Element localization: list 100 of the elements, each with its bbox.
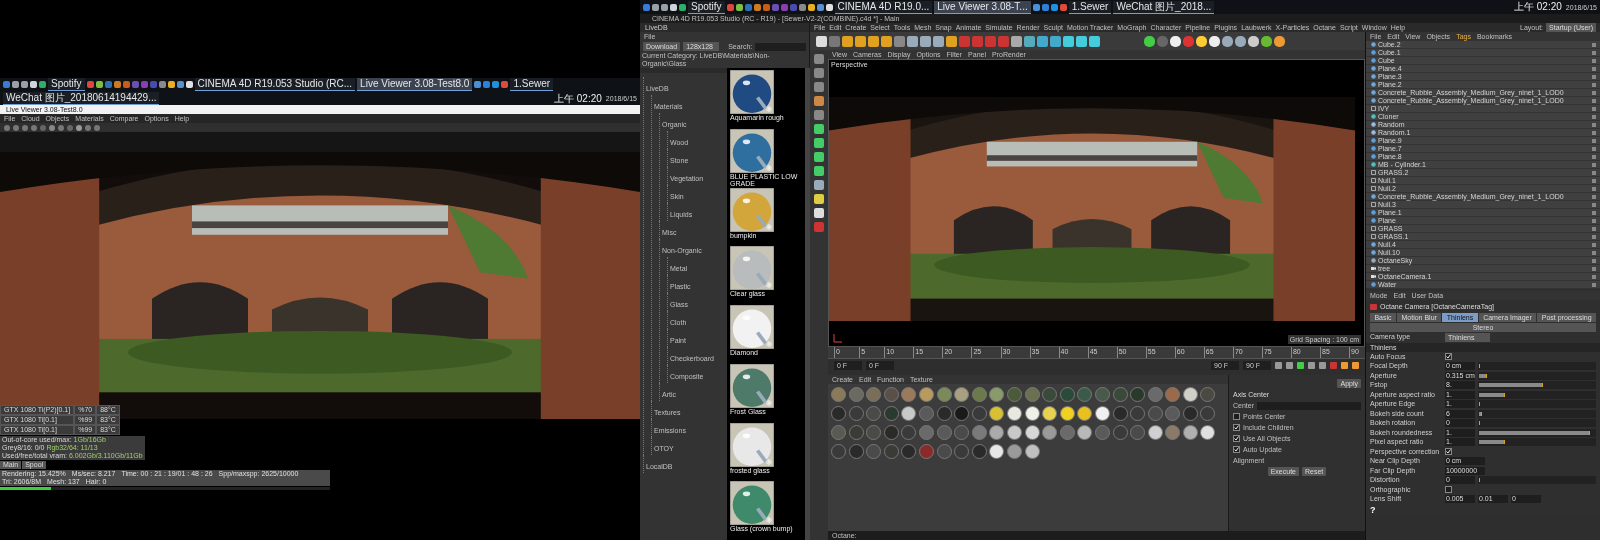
tool-icon[interactable] bbox=[1037, 35, 1048, 47]
material-swatch[interactable] bbox=[1006, 425, 1022, 440]
material-swatch[interactable] bbox=[989, 444, 1005, 459]
material-swatch[interactable] bbox=[1165, 387, 1181, 402]
app-icon[interactable] bbox=[753, 3, 761, 11]
material-swatch[interactable] bbox=[1182, 425, 1198, 440]
app-icon[interactable] bbox=[176, 81, 184, 88]
tool-icon[interactable] bbox=[1196, 35, 1207, 47]
material-swatch[interactable] bbox=[1094, 425, 1110, 440]
tool-icon[interactable] bbox=[1011, 35, 1022, 47]
material-swatch[interactable] bbox=[1024, 406, 1040, 421]
material-swatch[interactable] bbox=[1042, 425, 1058, 440]
tool-icon[interactable] bbox=[1050, 35, 1061, 47]
tool-icon[interactable] bbox=[920, 35, 931, 47]
slider-track[interactable] bbox=[1478, 428, 1596, 437]
checkbox[interactable] bbox=[1233, 424, 1240, 431]
taskbar-app[interactable]: Live Viewer 3.08-T... bbox=[934, 0, 1031, 14]
material-swatch[interactable] bbox=[971, 406, 987, 421]
tool-icon[interactable] bbox=[1274, 35, 1285, 47]
checkbox[interactable] bbox=[1233, 413, 1240, 420]
tool-icon[interactable] bbox=[842, 35, 853, 47]
slider-track[interactable] bbox=[1478, 409, 1596, 418]
material-swatch[interactable] bbox=[1077, 425, 1093, 440]
tool-icon[interactable] bbox=[816, 35, 827, 47]
app-icon[interactable] bbox=[670, 3, 677, 11]
material-swatch[interactable] bbox=[831, 387, 846, 402]
tool-icon[interactable] bbox=[868, 35, 879, 47]
material-swatch[interactable] bbox=[848, 444, 864, 459]
material-swatch[interactable] bbox=[936, 444, 952, 459]
taskbar-app[interactable]: WeChat 图片_20180614194429... bbox=[3, 92, 160, 105]
material-swatch[interactable] bbox=[989, 425, 1005, 440]
material-swatch[interactable] bbox=[883, 425, 899, 440]
help-icon[interactable]: ? bbox=[1366, 504, 1600, 515]
material-swatch[interactable] bbox=[1006, 444, 1022, 459]
app-icon[interactable] bbox=[825, 3, 833, 11]
tool-icon[interactable] bbox=[1076, 35, 1087, 47]
material-swatch[interactable] bbox=[1147, 425, 1163, 440]
tool-icon[interactable] bbox=[1222, 35, 1233, 47]
material-swatch[interactable] bbox=[1130, 387, 1146, 402]
slider-track[interactable] bbox=[1478, 390, 1596, 399]
taskbar-app[interactable]: Live Viewer 3.08-Test8.0 bbox=[357, 78, 473, 91]
checkbox[interactable] bbox=[1233, 446, 1240, 453]
material-swatch[interactable] bbox=[1182, 387, 1198, 402]
slider-track[interactable] bbox=[1478, 438, 1596, 447]
material-swatch[interactable] bbox=[918, 387, 934, 402]
tool-icon[interactable] bbox=[1089, 35, 1100, 47]
material-swatch[interactable] bbox=[989, 406, 1005, 421]
material-swatch[interactable] bbox=[831, 425, 846, 440]
material-swatch[interactable] bbox=[1112, 387, 1128, 402]
slider-track[interactable] bbox=[1478, 381, 1596, 390]
tool-icon[interactable] bbox=[933, 35, 944, 47]
material-swatch[interactable] bbox=[883, 444, 899, 459]
taskbar-app[interactable]: CINEMA 4D R19.053 Studio (RC... bbox=[194, 78, 356, 91]
material-swatch[interactable] bbox=[918, 425, 934, 440]
material-swatch[interactable] bbox=[883, 387, 899, 402]
material-swatch[interactable] bbox=[936, 425, 952, 440]
material-swatch[interactable] bbox=[1024, 444, 1040, 459]
tool-icon[interactable] bbox=[881, 35, 892, 47]
material-swatch[interactable] bbox=[954, 444, 970, 459]
tool-icon[interactable] bbox=[946, 35, 957, 47]
taskbar-app[interactable]: WeChat 图片_2018... bbox=[1113, 0, 1215, 14]
material-swatch[interactable] bbox=[866, 387, 882, 402]
material-swatch[interactable] bbox=[1094, 387, 1110, 402]
tool-icon[interactable] bbox=[855, 35, 866, 47]
material-swatch[interactable] bbox=[918, 406, 934, 421]
material-swatch[interactable] bbox=[848, 406, 864, 421]
material-swatch[interactable] bbox=[954, 387, 970, 402]
material-swatch[interactable] bbox=[1147, 387, 1163, 402]
app-icon[interactable] bbox=[1032, 3, 1040, 11]
material-swatch[interactable] bbox=[1077, 406, 1093, 421]
material-swatch[interactable] bbox=[1059, 425, 1075, 440]
app-icon[interactable] bbox=[807, 3, 815, 11]
material-swatch[interactable] bbox=[848, 425, 864, 440]
material-swatch[interactable] bbox=[971, 387, 987, 402]
material-swatch[interactable] bbox=[918, 444, 934, 459]
material-swatch[interactable] bbox=[954, 406, 970, 421]
app-icon[interactable] bbox=[185, 81, 193, 88]
material-swatch[interactable] bbox=[936, 406, 952, 421]
slider-track[interactable] bbox=[1478, 476, 1596, 485]
tool-icon[interactable] bbox=[1261, 35, 1272, 47]
app-icon[interactable] bbox=[679, 3, 686, 11]
material-swatch[interactable] bbox=[883, 406, 899, 421]
material-swatch[interactable] bbox=[901, 406, 917, 421]
tool-icon[interactable] bbox=[1209, 35, 1220, 47]
material-swatch[interactable] bbox=[901, 425, 917, 440]
material-swatch[interactable] bbox=[848, 387, 864, 402]
material-swatch[interactable] bbox=[1182, 406, 1198, 421]
material-swatch[interactable] bbox=[1024, 387, 1040, 402]
slider-track[interactable] bbox=[1478, 400, 1596, 409]
material-swatch[interactable] bbox=[1165, 406, 1181, 421]
tool-icon[interactable] bbox=[1235, 35, 1246, 47]
tool-icon[interactable] bbox=[907, 35, 918, 47]
app-icon[interactable] bbox=[661, 3, 668, 11]
material-swatch[interactable] bbox=[936, 387, 952, 402]
app-icon[interactable] bbox=[167, 81, 175, 88]
material-swatch[interactable] bbox=[1200, 387, 1216, 402]
app-icon[interactable] bbox=[113, 81, 121, 88]
material-swatch[interactable] bbox=[1059, 387, 1075, 402]
material-swatch[interactable] bbox=[901, 387, 917, 402]
app-icon[interactable] bbox=[652, 3, 659, 11]
